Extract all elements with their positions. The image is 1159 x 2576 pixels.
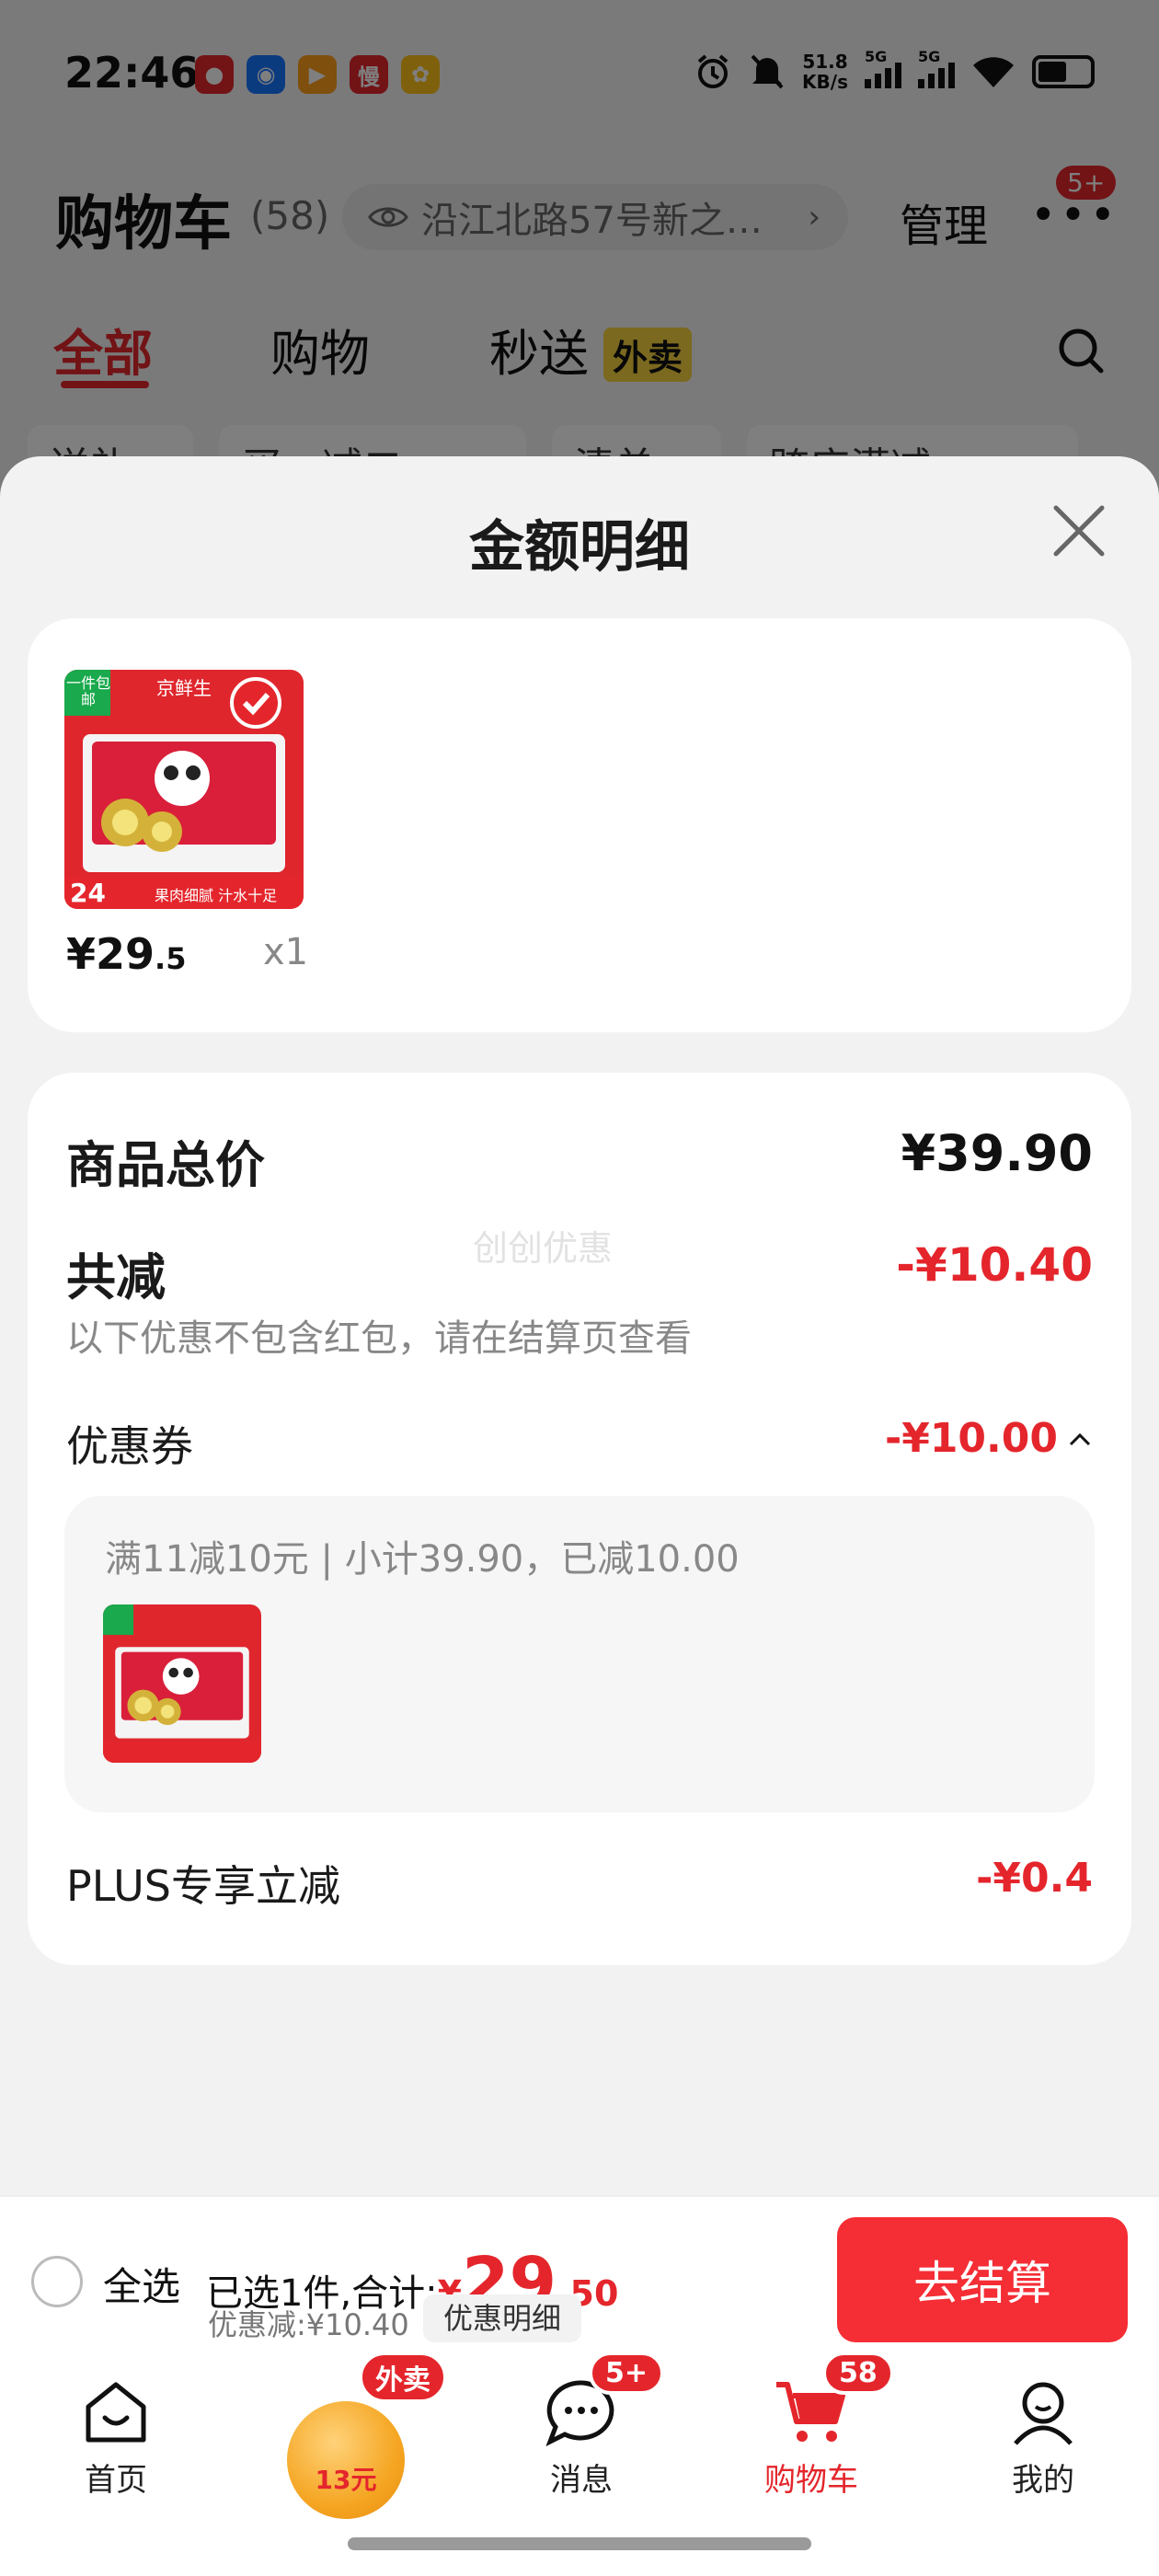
status-bar: 22:46 ● ◉ ▶ 慢 ✿ 51.8 KB/s 5G 5G bbox=[0, 0, 1159, 156]
cart-count: (58) bbox=[250, 193, 330, 238]
reduction-note: 以下优惠不包含红包，请在结算页查看 bbox=[66, 1317, 692, 1360]
coupon-value: -¥10.00 bbox=[884, 1415, 1058, 1462]
select-all-label[interactable]: 全选 bbox=[103, 2256, 180, 2312]
signal-icon-2: 5G bbox=[918, 48, 955, 88]
app-icon-3: ▶ bbox=[298, 55, 337, 94]
app-icon-1: ● bbox=[195, 55, 234, 94]
sheet-title: 金额明细 bbox=[469, 515, 690, 580]
goods-total-value: ¥39.90 bbox=[901, 1124, 1093, 1182]
eye-icon bbox=[368, 207, 408, 227]
product-qty: x1 bbox=[263, 931, 309, 973]
cart-badge: 58 bbox=[822, 2352, 894, 2395]
amount-detail-sheet: 金额明细 一件包邮 京鲜生 24 果肉细腻 汁水十足 ¥29.5 x1 商品总价… bbox=[0, 456, 1159, 2195]
goods-total-label: 商品总价 bbox=[66, 1136, 265, 1194]
promo-badge: 外卖 bbox=[359, 2352, 447, 2403]
waimai-tag: 外卖 bbox=[603, 328, 693, 382]
chevron-right-icon: › bbox=[808, 199, 820, 236]
home-icon bbox=[86, 2382, 146, 2443]
mute-bell-icon bbox=[751, 54, 784, 89]
select-all-radio[interactable] bbox=[31, 2256, 83, 2307]
nav-home[interactable]: 首页 bbox=[33, 2375, 199, 2500]
discount-text: 优惠减:¥10.40 bbox=[208, 2307, 409, 2342]
app-icon-2: ◉ bbox=[247, 55, 285, 94]
manage-button[interactable]: 管理 bbox=[900, 190, 988, 254]
discount-detail-button[interactable]: 优惠明细 bbox=[423, 2294, 582, 2342]
nav-mine[interactable]: 我的 bbox=[960, 2375, 1126, 2500]
reduction-label: 共减 bbox=[66, 1248, 166, 1306]
checkout-bar: 全选 已选1件,合计:¥29.50 优惠减:¥10.40 优惠明细 去结算 bbox=[0, 2195, 1159, 2357]
cart-header: 购物车 (58) 沿江北路57号新之… › 管理 ••• 5+ bbox=[0, 166, 1159, 267]
product-brand: 京鲜生 bbox=[156, 677, 212, 699]
tab-shopping[interactable]: 购物 bbox=[270, 313, 370, 385]
wifi-icon bbox=[973, 57, 1014, 87]
reduction-value: -¥10.40 bbox=[896, 1238, 1093, 1292]
app-icon-4: 慢 bbox=[350, 55, 388, 94]
tab-instant[interactable]: 秒送 bbox=[489, 313, 589, 385]
coupon-label: 优惠券 bbox=[66, 1421, 193, 1471]
products-card: 一件包邮 京鲜生 24 果肉细腻 汁水十足 ¥29.5 x1 bbox=[28, 618, 1131, 1032]
background-page: 22:46 ● ◉ ▶ 慢 ✿ 51.8 KB/s 5G 5G 购物车 (58)… bbox=[0, 0, 1159, 489]
product-tag: 一件包邮 bbox=[66, 674, 111, 708]
coupon-detail-box: 满11减10元 | 小计39.90，已减10.00 bbox=[64, 1496, 1095, 1812]
coupon-toggle[interactable]: -¥10.00 bbox=[885, 1415, 1093, 1462]
plus-label: PLUS专享立减 bbox=[66, 1861, 340, 1911]
battery-icon bbox=[1032, 55, 1095, 88]
signal-icon-1: 5G bbox=[865, 48, 901, 88]
waimai-promo-bag[interactable]: 13元 bbox=[287, 2401, 405, 2519]
search-icon[interactable] bbox=[1056, 326, 1107, 381]
price-detail-card: 商品总价 ¥39.90 共减 -¥10.40 以下优惠不包含红包，请在结算页查看… bbox=[28, 1073, 1131, 1965]
tab-underline bbox=[61, 381, 149, 388]
product-slogan: 果肉细腻 汁水十足 bbox=[155, 887, 278, 904]
plus-value: -¥0.4 bbox=[976, 1855, 1093, 1902]
chevron-up-icon bbox=[1069, 1432, 1091, 1445]
alarm-icon bbox=[697, 54, 729, 88]
product-price: ¥29.5 bbox=[66, 929, 187, 979]
close-icon[interactable] bbox=[1045, 497, 1113, 565]
product-image[interactable]: 一件包邮 京鲜生 24 果肉细腻 汁水十足 bbox=[64, 670, 304, 909]
cart-tabs: 全部 购物 秒送 外卖 bbox=[0, 313, 1159, 396]
more-badge: 5+ bbox=[1056, 166, 1117, 200]
checkout-button[interactable]: 去结算 bbox=[837, 2217, 1128, 2342]
status-app-icons: ● ◉ ▶ 慢 ✿ bbox=[195, 55, 440, 94]
address-selector[interactable]: 沿江北路57号新之… › bbox=[342, 184, 848, 250]
home-indicator[interactable] bbox=[348, 2537, 811, 2550]
watermark: 创创优惠 bbox=[473, 1228, 614, 1269]
net-speed: 51.8 KB/s bbox=[802, 51, 848, 93]
cart-title: 购物车 bbox=[55, 190, 232, 259]
coupon-desc: 满11减10元 | 小计39.90，已减10.00 bbox=[105, 1538, 740, 1581]
app-icon-5: ✿ bbox=[401, 55, 440, 94]
product-count-label: 24 bbox=[70, 878, 106, 908]
coupon-product-image[interactable] bbox=[103, 1604, 261, 1763]
status-time: 22:46 bbox=[64, 48, 200, 98]
status-right-icons: 51.8 KB/s 5G 5G bbox=[694, 48, 1095, 93]
messages-badge: 5+ bbox=[589, 2352, 665, 2395]
address-text: 沿江北路57号新之… bbox=[421, 200, 763, 242]
user-icon bbox=[1014, 2382, 1073, 2445]
promo-value: 13元 bbox=[315, 2465, 377, 2495]
tab-all[interactable]: 全部 bbox=[53, 313, 153, 385]
